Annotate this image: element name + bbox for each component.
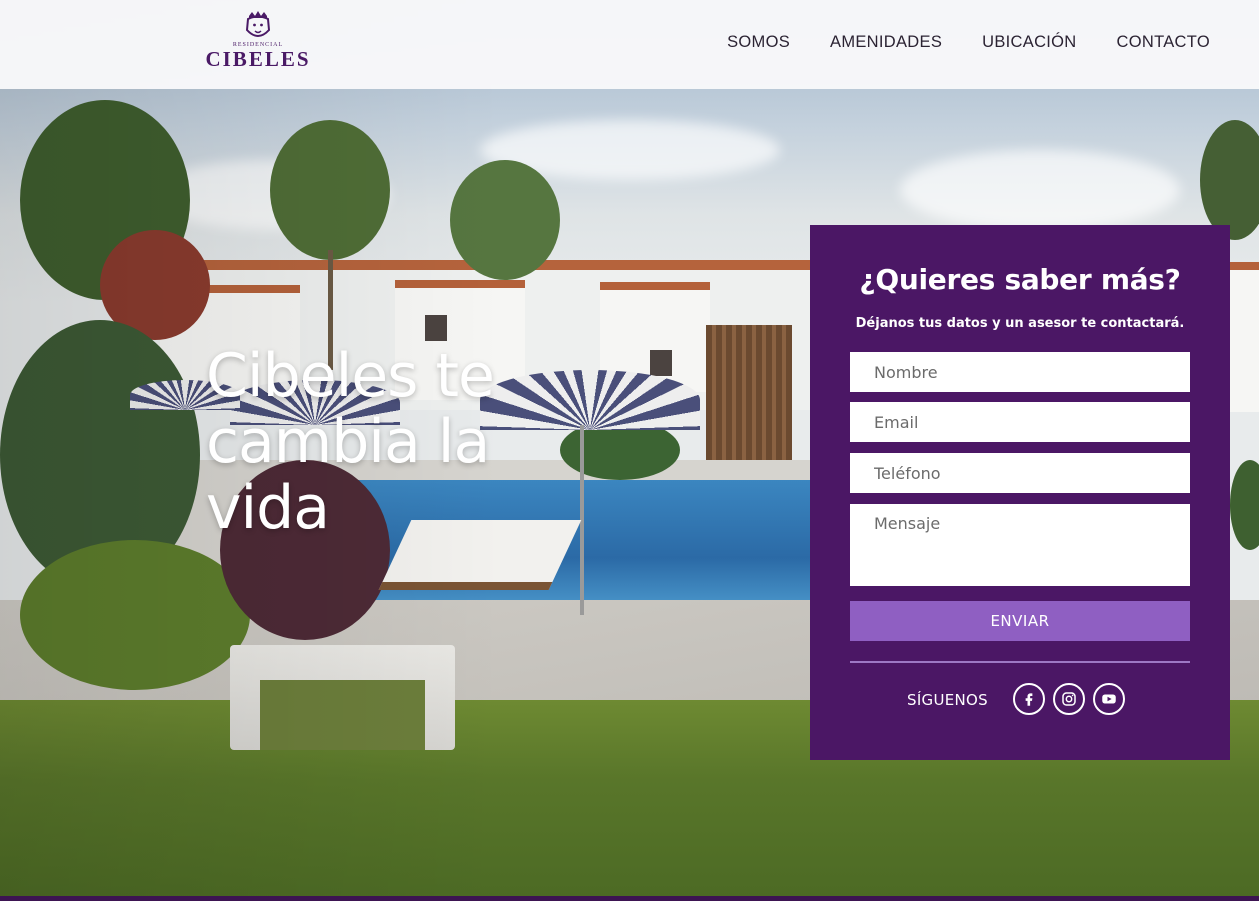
logo-title: CIBELES: [205, 47, 311, 71]
main-nav: SOMOS AMENIDADES UBICACIÓN CONTACTO: [727, 33, 1210, 52]
site-header: RESIDENCIAL CIBELES SOMOS AMENIDADES UBI…: [0, 0, 1259, 89]
nav-link-amenidades[interactable]: AMENIDADES: [830, 33, 942, 52]
form-title: ¿Quieres saber más?: [859, 263, 1181, 296]
bottom-accent-bar: [0, 896, 1259, 901]
form-divider: [850, 661, 1190, 663]
follow-us-label: SÍGUENOS: [907, 691, 988, 709]
email-field[interactable]: [850, 402, 1190, 442]
instagram-icon[interactable]: [1053, 683, 1085, 715]
facebook-icon[interactable]: [1013, 683, 1045, 715]
nav-link-somos[interactable]: SOMOS: [727, 33, 790, 52]
nav-link-ubicacion[interactable]: UBICACIÓN: [982, 33, 1076, 52]
send-button[interactable]: ENVIAR: [850, 601, 1190, 641]
nav-link-contacto[interactable]: CONTACTO: [1117, 33, 1210, 52]
form-subtitle: Déjanos tus datos y un asesor te contact…: [855, 316, 1185, 331]
name-field[interactable]: [850, 352, 1190, 392]
contact-form-panel: ¿Quieres saber más? Déjanos tus datos y …: [810, 225, 1230, 760]
hero-headline: Cibeles te cambia la vida: [206, 341, 495, 543]
site-logo[interactable]: RESIDENCIAL CIBELES: [204, 10, 312, 76]
phone-field[interactable]: [850, 453, 1190, 493]
lion-crest-icon: [245, 11, 271, 37]
message-field[interactable]: [850, 504, 1190, 586]
youtube-icon[interactable]: [1093, 683, 1125, 715]
